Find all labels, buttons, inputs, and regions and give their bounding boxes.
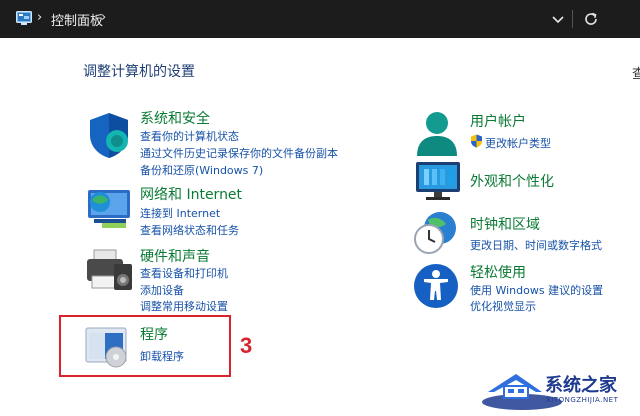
link-connect-internet[interactable]: 连接到 Internet xyxy=(140,205,220,221)
category-user-accounts[interactable]: 用户帐户 xyxy=(470,111,526,131)
link-uninstall-program[interactable]: 卸载程序 xyxy=(140,348,184,364)
link-add-device[interactable]: 添加设备 xyxy=(140,282,184,298)
category-network-internet[interactable]: 网络和 Internet xyxy=(140,184,242,204)
link-file-history[interactable]: 通过文件历史记录保存你的文件备份副本 xyxy=(140,145,338,161)
address-bar: › 控制面板 › xyxy=(0,0,640,38)
link-network-status[interactable]: 查看网络状态和任务 xyxy=(140,222,239,238)
divider xyxy=(572,10,573,28)
view-by-label[interactable]: 查 xyxy=(632,63,640,82)
link-optimize-display[interactable]: 优化视觉显示 xyxy=(470,298,536,314)
step-number: 3 xyxy=(240,333,253,358)
link-mobility-settings[interactable]: 调整常用移动设置 xyxy=(140,298,228,314)
breadcrumb-chevron-icon[interactable]: › xyxy=(37,10,42,25)
watermark-subtext: XITONGZHIJIA.NET xyxy=(546,396,619,404)
monitor-icon[interactable] xyxy=(412,160,464,202)
shield-icon[interactable] xyxy=(84,110,134,160)
printer-icon[interactable] xyxy=(84,248,134,292)
category-ease-of-access[interactable]: 轻松使用 xyxy=(470,262,526,282)
network-icon[interactable] xyxy=(84,186,134,230)
programs-icon[interactable] xyxy=(84,326,132,368)
category-clock-region[interactable]: 时钟和区域 xyxy=(470,214,540,234)
category-programs[interactable]: 程序 xyxy=(140,324,168,344)
category-system-security[interactable]: 系统和安全 xyxy=(140,108,210,128)
category-hardware-sound[interactable]: 硬件和声音 xyxy=(140,246,210,266)
link-devices-printers[interactable]: 查看设备和打印机 xyxy=(140,265,228,281)
breadcrumb-control-panel[interactable]: 控制面板 xyxy=(51,10,103,29)
breadcrumb-chevron-icon[interactable]: › xyxy=(101,10,106,25)
category-appearance[interactable]: 外观和个性化 xyxy=(470,171,554,191)
accessibility-icon[interactable] xyxy=(412,262,460,310)
user-icon[interactable] xyxy=(412,108,462,158)
link-change-account-type[interactable]: 更改帐户类型 xyxy=(485,135,551,151)
control-panel-icon xyxy=(16,11,32,25)
page-title: 调整计算机的设置 xyxy=(83,64,195,80)
link-recommended-settings[interactable]: 使用 Windows 建议的设置 xyxy=(470,282,603,298)
chevron-down-icon[interactable] xyxy=(545,6,571,32)
refresh-icon[interactable] xyxy=(578,6,604,32)
link-date-time-format[interactable]: 更改日期、时间或数字格式 xyxy=(470,237,602,253)
watermark-text: 系统之家 xyxy=(545,375,617,396)
clock-icon[interactable] xyxy=(412,210,460,256)
link-view-computer-status[interactable]: 查看你的计算机状态 xyxy=(140,128,239,144)
uac-shield-icon xyxy=(471,134,482,148)
link-backup-restore[interactable]: 备份和还原(Windows 7) xyxy=(140,162,263,178)
